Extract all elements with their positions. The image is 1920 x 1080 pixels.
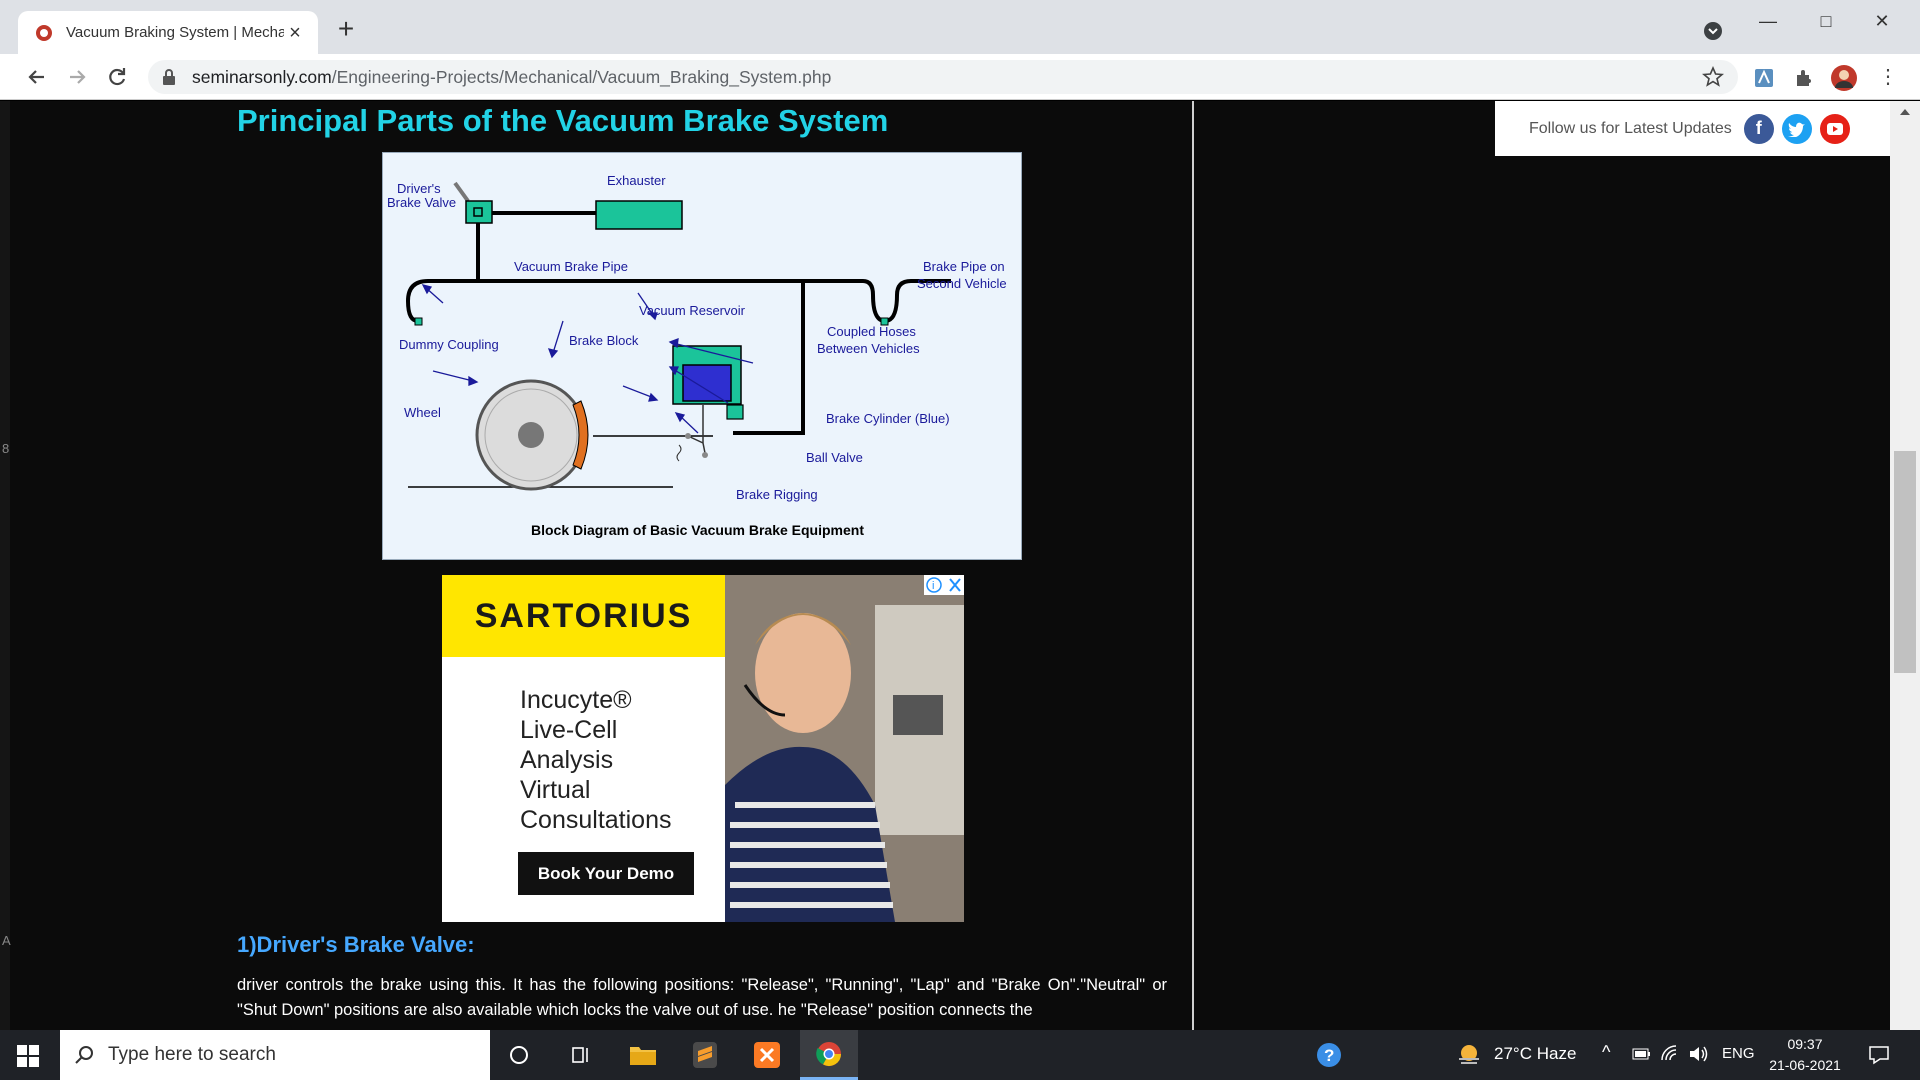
ad-headline: Incucyte® Live-Cell Analysis Virtual Con… [520,685,671,835]
twitter-icon[interactable] [1781,113,1812,144]
ad-headline-line: Virtual [520,776,591,804]
notification-icon[interactable] [1868,1044,1890,1066]
address-bar[interactable]: seminarsonly.com/Engineering-Projects/Me… [148,60,1738,94]
section-title: Principal Parts of the Vacuum Brake Syst… [237,103,889,138]
follow-text: Follow us for Latest Updates [1529,119,1732,137]
close-tab-icon[interactable]: × [284,22,306,44]
clock[interactable]: 09:37 21-06-2021 [1760,1034,1850,1076]
tray-chevron-up-icon[interactable]: ^ [1602,1042,1610,1063]
scroll-thumb[interactable] [1894,451,1916,673]
follow-us-box: Follow us for Latest Updates f [1495,101,1890,156]
ad-headline-line: Live-Cell [520,716,618,744]
weather-text[interactable]: 27°C Haze [1494,1044,1576,1064]
clock-time: 09:37 [1787,1036,1823,1052]
reload-icon[interactable] [102,62,132,92]
forward-arrow-icon[interactable] [62,62,92,92]
windows-taskbar: Type here to search ? 27°C Haze ^ ENG 09… [0,1030,1920,1080]
tab-search-icon[interactable] [1702,20,1724,42]
taskbar-search-box[interactable]: Type here to search [60,1030,490,1080]
browser-toolbar: seminarsonly.com/Engineering-Projects/Me… [0,54,1920,100]
new-tab-button[interactable]: + [332,15,360,44]
label-wheel: Wheel [404,405,441,420]
exhauster-block [595,200,683,230]
puzzle-extensions-icon[interactable] [1792,66,1816,90]
diagram-caption: Block Diagram of Basic Vacuum Brake Equi… [531,522,864,538]
brake-system-diagram: Driver's Brake Valve Exhauster Vacuum Br… [382,152,1022,560]
label-drivers-valve-1: Driver's [397,181,441,196]
advertisement[interactable]: SARTORIUS Incucyte® Live-Cell Analysis V… [442,575,964,922]
label-coupled-hoses-2: Between Vehicles [817,341,920,356]
ad-headline-line: Consultations [520,806,672,834]
ball-valve-block [726,404,744,420]
xampp-icon[interactable] [738,1030,796,1080]
label-brake-pipe-second-2: Second Vehicle [917,276,1007,291]
svg-text:i: i [932,580,934,592]
browser-tab[interactable]: Vacuum Braking System | Mechar × [18,11,318,54]
body-paragraph: driver controls the brake using this. It… [237,976,1167,1019]
label-brake-pipe-second-1: Brake Pipe on [923,259,1005,274]
file-explorer-icon[interactable] [614,1030,672,1080]
browser-menu-icon[interactable]: ⋮ [1876,66,1900,90]
windows-start-icon[interactable] [16,1044,40,1068]
left-edge-char: 8 [2,441,10,456]
web-page: 8 A Principal Parts of the Vacuum Brake … [0,101,1920,1030]
ad-brand-banner: SARTORIUS [442,575,725,657]
url-host: seminarsonly.com [192,66,332,87]
label-coupled-hoses-1: Coupled Hoses [827,324,916,339]
label-brake-rigging: Brake Rigging [736,487,818,502]
label-drivers-valve-2: Brake Valve [387,195,456,210]
brake-cylinder-block [682,364,732,402]
weather-haze-icon[interactable] [1456,1042,1482,1068]
ad-headline-line: Incucyte® [520,686,632,714]
label-brake-pipe: Vacuum Brake Pipe [514,259,628,274]
diagram-svg: Driver's Brake Valve Exhauster Vacuum Br… [387,173,1007,538]
ad-photo-person [725,575,964,922]
language-indicator[interactable]: ENG [1722,1045,1755,1062]
label-dummy-coupling: Dummy Coupling [399,337,499,352]
left-edge-strip: 8 A [0,101,11,1030]
label-ball-valve: Ball Valve [806,450,863,465]
clock-date: 21-06-2021 [1769,1057,1841,1073]
scroll-up-icon[interactable] [1898,105,1912,119]
tab-strip: Vacuum Braking System | Mechar × + — □ ✕ [0,0,1920,54]
task-view-icon[interactable] [552,1030,610,1080]
ad-book-demo-button[interactable]: Book Your Demo [518,852,694,895]
url-text: seminarsonly.com/Engineering-Projects/Me… [192,67,831,88]
close-window-icon[interactable]: ✕ [1862,6,1902,36]
extension-icon[interactable] [1752,66,1776,90]
cortana-icon[interactable] [490,1030,548,1080]
wifi-icon[interactable] [1660,1044,1680,1064]
drivers-brake-valve-block [465,200,493,224]
column-divider [1192,101,1194,1030]
facebook-icon[interactable]: f [1743,113,1774,144]
sublime-text-icon[interactable] [676,1030,734,1080]
url-path: /Engineering-Projects/Mechanical/Vacuum_… [331,66,832,87]
label-brake-block: Brake Block [569,333,639,348]
search-placeholder: Type here to search [108,1044,276,1065]
battery-icon[interactable] [1632,1047,1652,1061]
label-brake-cylinder: Brake Cylinder (Blue) [826,411,950,426]
volume-icon[interactable] [1688,1044,1710,1064]
lock-icon[interactable] [162,69,176,85]
left-edge-char: A [2,933,11,948]
site-favicon-icon [36,24,52,41]
back-arrow-icon[interactable] [22,62,52,92]
search-icon [75,1046,93,1064]
bookmark-star-icon[interactable] [1702,66,1724,88]
tab-title: Vacuum Braking System | Mechar [66,24,284,41]
profile-avatar-icon[interactable] [1830,64,1858,92]
label-vacuum-reservoir: Vacuum Reservoir [639,303,746,318]
youtube-icon[interactable] [1819,113,1850,144]
minimize-icon[interactable]: — [1748,6,1788,36]
page-scrollbar[interactable] [1890,101,1920,1030]
label-exhauster: Exhauster [607,173,666,188]
chrome-taskbar-icon[interactable] [800,1030,858,1080]
svg-text:?: ? [1324,1046,1334,1065]
ad-headline-line: Analysis [520,746,614,774]
maximize-icon[interactable]: □ [1806,6,1846,36]
ad-brand-logo: SARTORIUS [474,597,693,635]
ad-info-close-icon[interactable]: i [924,575,964,595]
help-icon[interactable]: ? [1300,1030,1358,1080]
subsection-title: 1)Driver's Brake Valve: [237,932,475,957]
